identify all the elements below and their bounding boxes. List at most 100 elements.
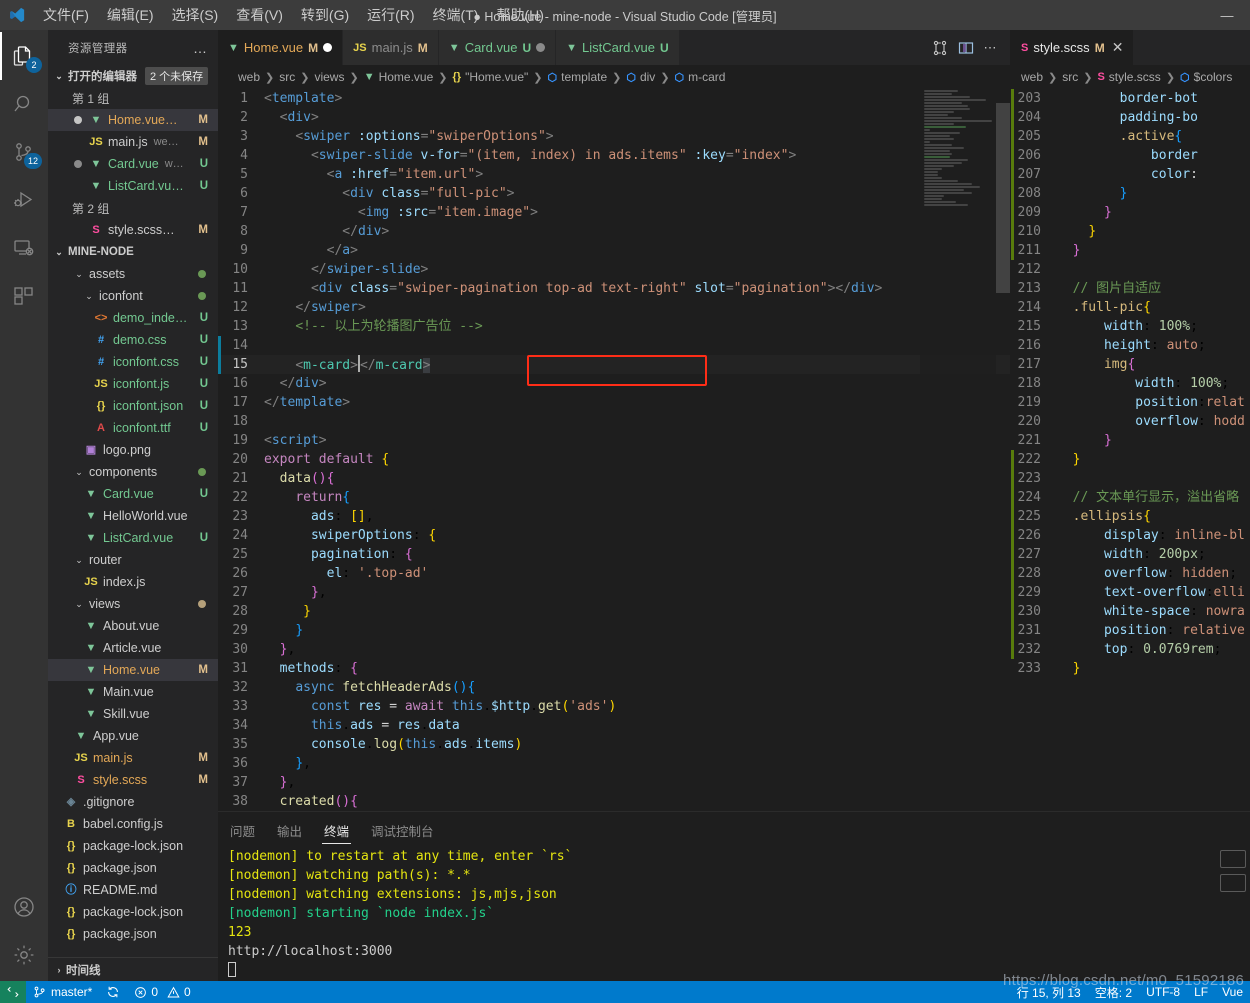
- tree-file-About.vue[interactable]: ▼ About.vue: [48, 615, 218, 637]
- toggle-panel-icon[interactable]: [958, 40, 974, 56]
- tree-file-iconfont.json[interactable]: {} iconfont.json U: [48, 395, 218, 417]
- code-line[interactable]: 209 }: [1011, 203, 1250, 222]
- tree-file-babel.config.js[interactable]: Bbabel.config.js: [48, 813, 218, 835]
- activity-search[interactable]: [0, 80, 48, 128]
- code-line[interactable]: 206 border: [1011, 146, 1250, 165]
- breadcrumb-item-web[interactable]: web: [1021, 70, 1043, 84]
- panel-tab-problems[interactable]: 问题: [228, 813, 257, 846]
- tree-file-package.json[interactable]: {} package.json: [48, 923, 218, 945]
- code-line[interactable]: 32 async fetchHeaderAds(){: [218, 678, 1010, 697]
- project-folder-header[interactable]: ⌄ MINE-NODE: [48, 241, 218, 263]
- open-editor-style-scss[interactable]: S style.scss… M: [48, 219, 218, 241]
- code-line[interactable]: 226 display: inline-bl: [1011, 526, 1250, 545]
- tree-file-main.js[interactable]: JS main.js M: [48, 747, 218, 769]
- tab-home-vue[interactable]: ▼ Home.vue M: [218, 30, 344, 65]
- code-line[interactable]: 17 </template>: [218, 393, 1010, 412]
- code-line[interactable]: 25 pagination: {: [218, 545, 1010, 564]
- open-editor-listcard-vue[interactable]: ▼ ListCard.vu… U: [48, 175, 218, 197]
- code-line[interactable]: 8 </div>: [218, 222, 1010, 241]
- editor-vertical-scrollbar[interactable]: [996, 89, 1010, 811]
- breadcrumb-item-style.scss[interactable]: Sstyle.scss: [1097, 70, 1160, 84]
- breadcrumb-item-views[interactable]: views: [314, 70, 344, 84]
- tab-dirty-dot-icon[interactable]: [323, 43, 333, 52]
- menu-file[interactable]: 文件(F): [34, 2, 98, 28]
- open-editors-header[interactable]: ⌄ 打开的编辑器 2 个未保存: [48, 65, 218, 87]
- code-line[interactable]: 19 <script>: [218, 431, 1010, 450]
- open-editor-home-vue[interactable]: ▼ Home.vue… M: [48, 109, 218, 131]
- code-line[interactable]: 31 methods: {: [218, 659, 1010, 678]
- tab-style-scss[interactable]: S style.scss M ✕: [1011, 30, 1135, 65]
- tree-file-package-lock.json[interactable]: {} package-lock.json: [48, 835, 218, 857]
- tree-file-Article.vue[interactable]: ▼ Article.vue: [48, 637, 218, 659]
- code-line[interactable]: 222 }: [1011, 450, 1250, 469]
- terminal-output[interactable]: [nodemon] to restart at any time, enter …: [218, 847, 1250, 981]
- menu-selection[interactable]: 选择(S): [163, 2, 228, 28]
- tree-file-style.scss[interactable]: Sstyle.scss M: [48, 769, 218, 791]
- breadcrumb[interactable]: web ❯ src ❯ views ❯ ▼ Home.vue ❯{} "Home.vue" ❯ ⬡ te…: [218, 65, 1010, 89]
- tree-file-demo_inde…[interactable]: <> demo_inde… U: [48, 307, 218, 329]
- code-line[interactable]: 6 <div class="full-pic">: [218, 184, 1010, 203]
- activity-accounts[interactable]: [0, 883, 48, 931]
- tree-file-demo.css[interactable]: # demo.css U: [48, 329, 218, 351]
- code-line[interactable]: 22 return{: [218, 488, 1010, 507]
- more-actions-icon[interactable]: ⋯: [984, 40, 999, 56]
- tree-file-ListCard.vue[interactable]: ▼ ListCard.vue U: [48, 527, 218, 549]
- tree-file-README.md[interactable]: ⓘ README.md: [48, 879, 218, 901]
- tab-listcard-vue[interactable]: ▼ ListCard.vue U: [556, 30, 680, 65]
- code-line[interactable]: 29 }: [218, 621, 1010, 640]
- code-line[interactable]: 28 }: [218, 602, 1010, 621]
- breadcrumb-item-src[interactable]: src: [279, 70, 295, 84]
- breadcrumb-right[interactable]: web ❯ src ❯ Sstyle.scss ❯ ⬡ $colors: [1011, 65, 1250, 89]
- code-line[interactable]: 12 </swiper>: [218, 298, 1010, 317]
- code-line[interactable]: 10 </swiper-slide>: [218, 260, 1010, 279]
- tree-file-Skill.vue[interactable]: ▼ Skill.vue: [48, 703, 218, 725]
- menu-bar[interactable]: 文件(F) 编辑(E) 选择(S) 查看(V) 转到(G) 运行(R) 终端(T…: [34, 2, 553, 28]
- close-icon[interactable]: ✕: [1112, 39, 1124, 56]
- code-line[interactable]: 218 width: 100%;: [1011, 374, 1250, 393]
- code-line[interactable]: 20 export default {: [218, 450, 1010, 469]
- status-branch[interactable]: master*: [26, 981, 99, 1003]
- code-line[interactable]: 36 },: [218, 754, 1010, 773]
- code-line[interactable]: 33 const res = await this.$http.get('ads…: [218, 697, 1010, 716]
- breadcrumb-item-div[interactable]: ⬡ div: [626, 70, 655, 84]
- breadcrumb-item-web[interactable]: web: [238, 70, 260, 84]
- menu-help[interactable]: 帮助(H): [487, 2, 552, 28]
- terminal-instance-2[interactable]: [1220, 874, 1246, 892]
- code-line[interactable]: 205 .active{: [1011, 127, 1250, 146]
- code-line[interactable]: 217 img{: [1011, 355, 1250, 374]
- tree-file-package.json[interactable]: {} package.json: [48, 857, 218, 879]
- activity-extensions[interactable]: [0, 272, 48, 320]
- open-editor-card-vue[interactable]: ▼ Card.vue w… U: [48, 153, 218, 175]
- menu-terminal[interactable]: 终端(T): [424, 2, 488, 28]
- code-content[interactable]: 1 <template> 2 <div> 3 <swiper :options="sw…: [218, 89, 1010, 811]
- activity-source-control[interactable]: 12: [0, 128, 48, 176]
- status-language-mode[interactable]: Vue: [1215, 981, 1250, 1003]
- code-line[interactable]: 223: [1011, 469, 1250, 488]
- status-eol[interactable]: LF: [1187, 981, 1215, 1003]
- code-line[interactable]: 16 </div>: [218, 374, 1010, 393]
- activity-settings-gear[interactable]: [0, 931, 48, 979]
- tree-file-Card.vue[interactable]: ▼ Card.vue U: [48, 483, 218, 505]
- code-line[interactable]: 208 }: [1011, 184, 1250, 203]
- status-problems[interactable]: 0 0: [127, 981, 197, 1003]
- minimap[interactable]: [920, 89, 996, 811]
- remote-indicator[interactable]: [0, 981, 26, 1003]
- code-line[interactable]: 204 padding-bo: [1011, 108, 1250, 127]
- tree-file-.gitignore[interactable]: ◈ .gitignore: [48, 791, 218, 813]
- breadcrumb-item-$colors[interactable]: ⬡ $colors: [1180, 70, 1232, 84]
- tree-file-iconfont.css[interactable]: # iconfont.css U: [48, 351, 218, 373]
- code-line[interactable]: 220 overflow: hodd: [1011, 412, 1250, 431]
- code-line[interactable]: 203 border-bot: [1011, 89, 1250, 108]
- code-line[interactable]: 26 el: '.top-ad': [218, 564, 1010, 583]
- tree-file-App.vue[interactable]: ▼ App.vue: [48, 725, 218, 747]
- code-line[interactable]: 224 // 文本单行显示，溢出省略: [1011, 488, 1250, 507]
- status-cursor-position[interactable]: 行 15, 列 13: [1010, 981, 1088, 1003]
- code-line[interactable]: 15 <m-card> </m-card>: [218, 355, 1010, 374]
- code-line[interactable]: 35 console.log(this.ads.items): [218, 735, 1010, 754]
- code-line[interactable]: 215 width: 100%;: [1011, 317, 1250, 336]
- panel-tab-terminal[interactable]: 终端: [322, 813, 352, 846]
- code-line[interactable]: 38 created(){: [218, 792, 1010, 811]
- code-line[interactable]: 232 top: 0.0769rem;: [1011, 640, 1250, 659]
- tree-file-HelloWorld.vue[interactable]: ▼ HelloWorld.vue: [48, 505, 218, 527]
- activity-remote-explorer[interactable]: [0, 224, 48, 272]
